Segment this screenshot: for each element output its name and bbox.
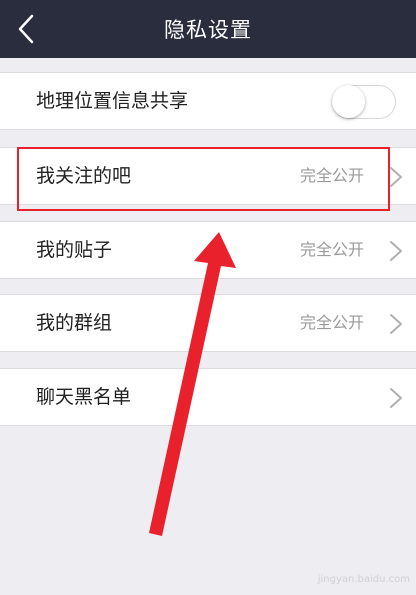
privacy-item-label: 我的群组	[36, 312, 113, 334]
nav-header: 隐私设置	[0, 0, 416, 58]
location-share-row: 地理位置信息共享	[0, 72, 416, 130]
privacy-item-my-posts[interactable]: 我的贴子 完全公开	[0, 221, 416, 279]
chevron-right-icon	[390, 388, 402, 408]
privacy-item-chat-blacklist[interactable]: 聊天黑名单	[0, 368, 416, 426]
privacy-item-label: 我的贴子	[36, 239, 113, 261]
privacy-item-followed-bars[interactable]: 我关注的吧 完全公开	[0, 147, 416, 205]
privacy-item-label: 聊天黑名单	[36, 386, 132, 408]
chevron-right-icon	[390, 241, 402, 261]
privacy-item-my-groups[interactable]: 我的群组 完全公开	[0, 294, 416, 352]
location-share-label: 地理位置信息共享	[36, 90, 189, 112]
page-title: 隐私设置	[164, 18, 252, 42]
chevron-right-icon	[390, 314, 402, 334]
chevron-left-icon	[18, 14, 34, 44]
privacy-item-value: 完全公开	[299, 166, 364, 185]
back-button[interactable]	[8, 11, 44, 47]
privacy-item-label: 我关注的吧	[36, 165, 132, 187]
privacy-item-value: 完全公开	[299, 313, 364, 332]
toggle-knob	[332, 85, 365, 118]
location-share-toggle[interactable]	[332, 85, 396, 119]
chevron-right-icon	[390, 167, 402, 187]
privacy-item-value: 完全公开	[299, 240, 364, 259]
watermark: jingyan.baidu.com	[317, 574, 410, 585]
